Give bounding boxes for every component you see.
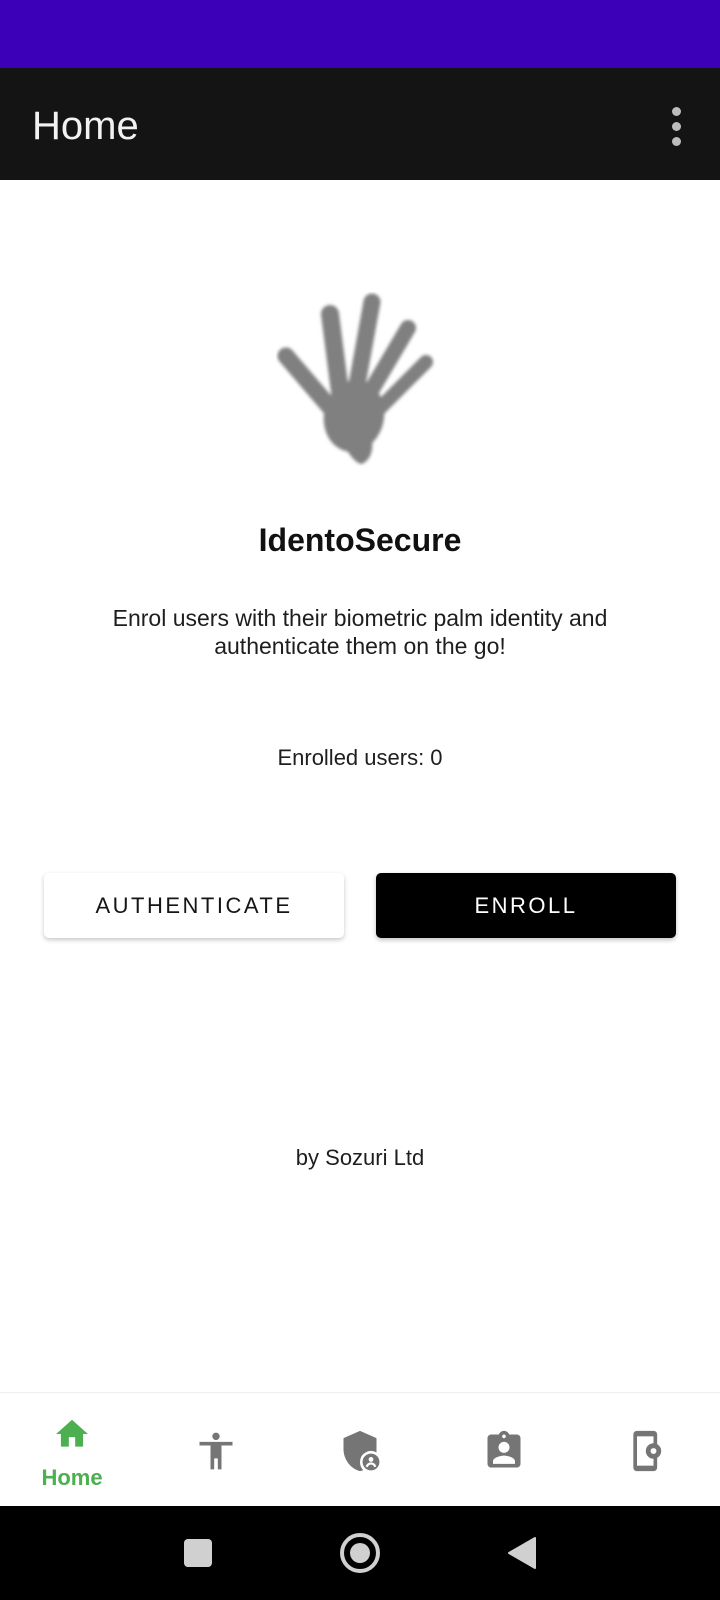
recents-icon <box>184 1539 212 1567</box>
footer-credit: by Sozuri Ltd <box>295 1145 425 1170</box>
nav-item-profile[interactable] <box>432 1393 576 1507</box>
menu-dot <box>671 121 681 131</box>
accessibility-icon <box>199 1432 233 1470</box>
palm-hand-icon <box>276 292 446 476</box>
top-app-bar: Home <box>0 68 720 180</box>
more-vert-icon[interactable] <box>652 100 700 152</box>
system-navigation-bar <box>0 1506 720 1600</box>
system-home-button[interactable] <box>320 1506 400 1600</box>
page-title: Home <box>32 104 139 148</box>
enroll-button[interactable]: ENROLL <box>376 873 676 938</box>
home-circle-icon <box>340 1533 380 1573</box>
authenticate-button[interactable]: AUTHENTICATE <box>44 873 344 938</box>
nav-item-admin[interactable] <box>288 1393 432 1507</box>
nav-item-device-settings[interactable] <box>576 1393 720 1507</box>
admin-shield-icon <box>343 1430 380 1472</box>
enrolled-users-count: Enrolled users: 0 <box>277 745 443 770</box>
app-tagline: Enrol users with their biometric palm id… <box>112 605 608 659</box>
assignment-ind-icon <box>487 1430 521 1468</box>
nav-label-home: Home <box>41 1465 103 1490</box>
nav-item-home[interactable]: Home <box>0 1393 144 1507</box>
nav-item-accessibility[interactable] <box>144 1393 288 1507</box>
system-back-button[interactable] <box>482 1506 562 1600</box>
back-icon <box>508 1537 536 1569</box>
status-bar <box>0 0 720 68</box>
device-settings-icon <box>633 1430 662 1472</box>
menu-dot <box>671 136 681 146</box>
home-icon <box>56 1419 88 1447</box>
recents-button[interactable] <box>158 1506 238 1600</box>
app-name: IdentoSecure <box>258 522 462 558</box>
menu-dot <box>671 106 681 116</box>
bottom-navigation: Home <box>0 1392 720 1506</box>
